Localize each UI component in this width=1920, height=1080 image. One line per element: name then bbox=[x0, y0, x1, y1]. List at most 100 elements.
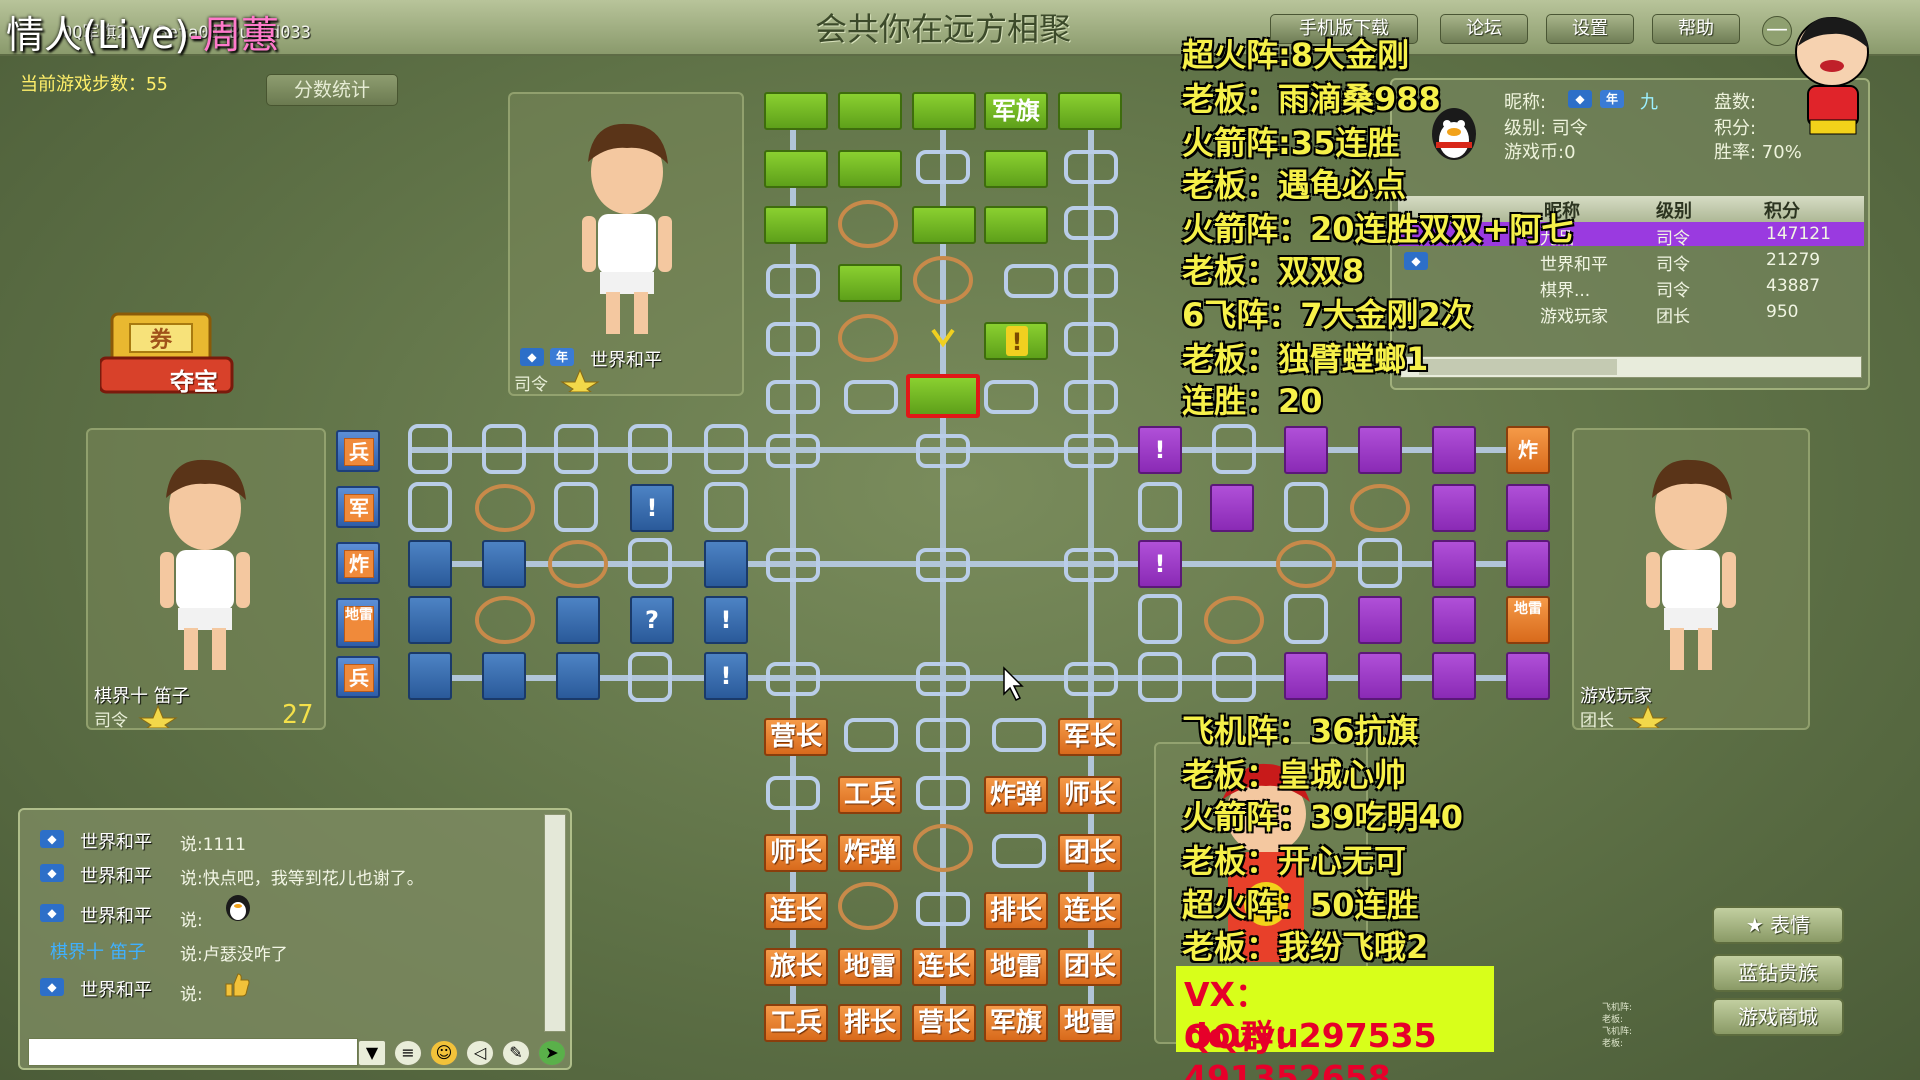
chat-sender[interactable]: 棋界十 笛子 bbox=[50, 938, 146, 964]
table-cell-rank: 司令 bbox=[1656, 229, 1690, 249]
my-piece[interactable]: 炸弹 bbox=[984, 776, 1048, 814]
blue-piece[interactable] bbox=[556, 652, 600, 700]
blue-piece[interactable]: ! bbox=[704, 596, 748, 644]
my-piece[interactable]: 营长 bbox=[764, 718, 828, 756]
column-header-rank[interactable]: 级别 bbox=[1656, 197, 1692, 223]
overlay-line: 飞机阵：36抗旗 bbox=[1182, 712, 1419, 750]
speech-bubble-icon[interactable]: ≡ bbox=[394, 1040, 422, 1066]
blue-piece[interactable] bbox=[704, 540, 748, 588]
blue-piece[interactable] bbox=[408, 540, 452, 588]
vip-diamond-icon: ◆ bbox=[1404, 252, 1428, 270]
green-piece[interactable] bbox=[984, 206, 1048, 244]
my-piece[interactable]: 工兵 bbox=[838, 776, 902, 814]
purple-piece[interactable] bbox=[1284, 652, 1328, 700]
green-piece[interactable] bbox=[912, 206, 976, 244]
blue-piece[interactable] bbox=[408, 652, 452, 700]
tiny-note: 老板: bbox=[1602, 1039, 1624, 1049]
blue-piece[interactable] bbox=[556, 596, 600, 644]
overlay-line: 火箭阵：20连胜双双+阿七 bbox=[1182, 210, 1574, 248]
emoji-smile-icon[interactable]: ☺ bbox=[430, 1040, 458, 1066]
purple-piece[interactable] bbox=[1358, 426, 1402, 474]
games-label: 盘数: bbox=[1714, 92, 1757, 113]
blue-piece[interactable] bbox=[408, 596, 452, 644]
my-piece[interactable]: 营长 bbox=[912, 1004, 976, 1042]
chat-sender[interactable]: 世界和平 bbox=[80, 828, 152, 854]
purple-piece[interactable] bbox=[1432, 540, 1476, 588]
purple-piece[interactable] bbox=[1432, 652, 1476, 700]
purple-piece[interactable] bbox=[1506, 484, 1550, 532]
blue-piece[interactable]: ? bbox=[630, 596, 674, 644]
send-icon[interactable]: ➤ bbox=[538, 1040, 566, 1066]
table-cell-name: 世界和平 bbox=[1540, 255, 1608, 275]
my-piece[interactable]: 团长 bbox=[1058, 834, 1122, 872]
my-piece[interactable]: 旅长 bbox=[764, 948, 828, 986]
purple-piece[interactable]: ! bbox=[1138, 426, 1182, 474]
green-piece[interactable] bbox=[764, 92, 828, 130]
my-piece[interactable]: 团长 bbox=[1058, 948, 1122, 986]
overlay-line: 火箭阵:35连胜 bbox=[1182, 124, 1400, 162]
blue-piece[interactable] bbox=[482, 652, 526, 700]
table-horizontal-scrollbar[interactable] bbox=[1400, 356, 1862, 378]
level-label: 级别: 司令 bbox=[1504, 118, 1588, 139]
blue-piece[interactable]: ! bbox=[630, 484, 674, 532]
chat-vertical-scrollbar[interactable] bbox=[544, 814, 566, 1032]
green-piece[interactable] bbox=[838, 150, 902, 188]
my-piece[interactable]: 地雷 bbox=[1058, 1004, 1122, 1042]
overlay-line: 老板：独臂螳螂1 bbox=[1182, 340, 1429, 378]
chat-sender[interactable]: 世界和平 bbox=[80, 976, 152, 1002]
my-piece[interactable]: 排长 bbox=[984, 892, 1048, 930]
game-window: QQ军旗2.1 Beta08 Build033 情人(Live)-周蕙 会共你在… bbox=[0, 0, 1920, 1080]
table-cell-score: 21279 bbox=[1766, 250, 1821, 270]
green-piece[interactable]: ! bbox=[984, 322, 1048, 360]
column-header-score[interactable]: 积分 bbox=[1764, 197, 1800, 223]
blue-diamond-vip-button[interactable]: 蓝钻贵族 bbox=[1712, 954, 1844, 992]
blue-piece[interactable] bbox=[482, 540, 526, 588]
contact-qq-group: QQ群：491352658 bbox=[1184, 1017, 1391, 1080]
scrollbar-thumb[interactable] bbox=[1419, 359, 1617, 375]
my-piece[interactable]: 炸弹 bbox=[838, 834, 902, 872]
wrench-icon[interactable]: ✎ bbox=[502, 1040, 530, 1066]
my-piece[interactable]: 师长 bbox=[1058, 776, 1122, 814]
green-piece[interactable] bbox=[912, 92, 976, 130]
purple-piece[interactable] bbox=[1358, 596, 1402, 644]
green-piece[interactable] bbox=[764, 206, 828, 244]
purple-piece[interactable] bbox=[1432, 426, 1476, 474]
chat-message-text: 说:1111 bbox=[180, 835, 246, 855]
game-mall-button[interactable]: 游戏商城 bbox=[1712, 998, 1844, 1036]
purple-piece[interactable] bbox=[1506, 652, 1550, 700]
purple-piece[interactable] bbox=[1358, 652, 1402, 700]
speaker-icon[interactable]: ◁ bbox=[466, 1040, 494, 1066]
my-piece[interactable]: 军旗 bbox=[984, 1004, 1048, 1042]
marked-piece-icon: ! bbox=[1006, 326, 1028, 356]
purple-piece[interactable] bbox=[1506, 540, 1550, 588]
purple-piece[interactable] bbox=[1284, 426, 1328, 474]
green-piece[interactable] bbox=[838, 264, 902, 302]
green-piece[interactable] bbox=[838, 92, 902, 130]
green-flag-piece[interactable]: 军旗 bbox=[984, 92, 1048, 130]
my-piece[interactable]: 排长 bbox=[838, 1004, 902, 1042]
blue-piece[interactable]: ! bbox=[704, 652, 748, 700]
purple-piece[interactable] bbox=[1432, 484, 1476, 532]
selected-green-piece[interactable] bbox=[906, 374, 980, 418]
my-piece[interactable]: 连长 bbox=[912, 948, 976, 986]
marked-piece-icon: ! bbox=[646, 494, 658, 522]
my-piece[interactable]: 军长 bbox=[1058, 718, 1122, 756]
green-piece[interactable] bbox=[984, 150, 1048, 188]
chat-sender[interactable]: 世界和平 bbox=[80, 902, 152, 928]
purple-piece[interactable] bbox=[1432, 596, 1476, 644]
chat-input[interactable] bbox=[28, 1038, 358, 1066]
green-piece[interactable] bbox=[1058, 92, 1122, 130]
green-piece[interactable] bbox=[764, 150, 828, 188]
my-piece[interactable]: 工兵 bbox=[764, 1004, 828, 1042]
purple-piece[interactable] bbox=[1210, 484, 1254, 532]
chat-sender[interactable]: 世界和平 bbox=[80, 862, 152, 888]
purple-piece[interactable]: ! bbox=[1138, 540, 1182, 588]
my-piece[interactable]: 师长 bbox=[764, 834, 828, 872]
my-piece[interactable]: 连长 bbox=[1058, 892, 1122, 930]
dropdown-arrow-icon[interactable]: ▼ bbox=[358, 1040, 386, 1066]
my-piece[interactable]: 连长 bbox=[764, 892, 828, 930]
my-piece[interactable]: 地雷 bbox=[984, 948, 1048, 986]
my-piece[interactable]: 地雷 bbox=[838, 948, 902, 986]
overlay-line: 火箭阵：39吃明40 bbox=[1182, 798, 1464, 836]
emote-button[interactable]: ★ 表情 bbox=[1712, 906, 1844, 944]
